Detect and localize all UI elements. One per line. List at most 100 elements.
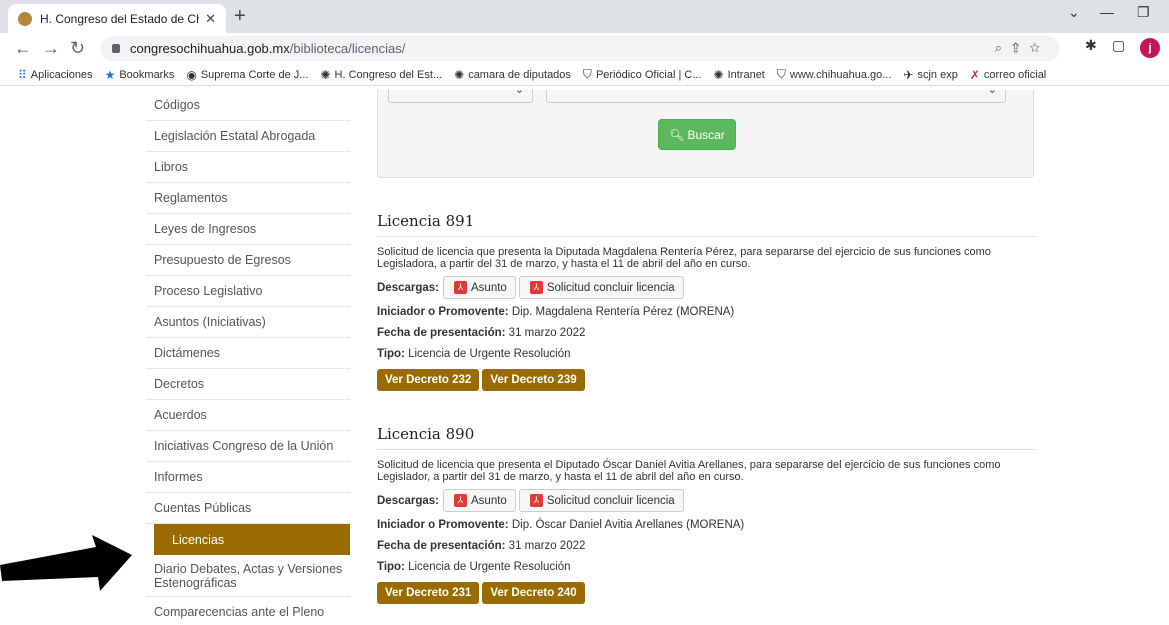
seal-icon	[18, 11, 32, 26]
download-button[interactable]: ⅄ Asunto	[443, 489, 516, 512]
bookmark-item[interactable]: ◉ Suprema Corte de J...	[186, 68, 308, 82]
sidebar-item[interactable]: Reglamentos	[147, 183, 350, 214]
bookmark-item[interactable]: ✺ H. Congreso del Est...	[320, 68, 442, 82]
fecha-value: 31 marzo 2022	[508, 540, 586, 552]
download-button[interactable]: ⅄ Solicitud concluir licencia	[518, 276, 684, 299]
download-button[interactable]: ⅄ Asunto	[443, 276, 516, 299]
pdf-icon: ⅄	[454, 281, 468, 294]
minimize-icon[interactable]: —	[1100, 4, 1114, 20]
reload-icon[interactable]: ↻	[70, 38, 85, 58]
sidebar-item[interactable]: Iniciativas Congreso de la Unión	[147, 431, 350, 462]
download-label: Asunto	[471, 281, 507, 294]
bookmark-label: correo oficial	[983, 68, 1047, 81]
url-path: /biblioteca/licencias/	[289, 41, 406, 56]
sidebar-item[interactable]: Cuentas Públicas	[147, 493, 350, 524]
downloads-label: Descargas:	[377, 281, 440, 294]
promovente-row: Iniciador o Promovente: Dip. Magdalena R…	[377, 305, 1037, 320]
tipo-row: Tipo: Licencia de Urgente Resolución	[377, 560, 1037, 575]
sidepanel-icon[interactable]: ▢	[1112, 37, 1125, 54]
fecha-label: Fecha de presentación:	[377, 327, 506, 339]
bookmark-label: Periódico Oficial | C...	[595, 68, 702, 81]
filter-select-2[interactable]: ⌄	[546, 90, 1006, 103]
arrow-annotation	[0, 535, 132, 591]
seal-icon: ✺	[713, 67, 724, 82]
sidebar-item[interactable]: Diario Debates, Actas y Versiones Esteno…	[147, 555, 350, 597]
x-icon: ✗	[969, 67, 980, 82]
downloads-row: Descargas: ⅄ Asunto ⅄ Solicitud concluir lic…	[377, 489, 1037, 512]
sidebar-item[interactable]: Leyes de Ingresos	[147, 214, 350, 245]
decretos-row: Ver Decreto 232 Ver Decreto 239	[377, 369, 1037, 391]
bookmark-item[interactable]: ✗ correo oficial	[970, 68, 1046, 82]
sidebar-item[interactable]: Asuntos (Iniciativas)	[147, 307, 350, 338]
promovente-value: Dip. Óscar Daniel Avitia Arellanes (MORE…	[511, 519, 745, 531]
bookmark-item[interactable]: ⛉ www.chihuahua.go...	[777, 67, 892, 82]
browser-chrome: H. Congreso del Estado de Chihu ✕ + ⌄ — …	[0, 0, 1169, 90]
shield-icon: ⛉	[776, 67, 786, 81]
sidebar-item[interactable]: Libros	[147, 152, 350, 183]
download-button[interactable]: ⅄ Solicitud concluir licencia	[518, 489, 684, 512]
search-button-label: Buscar	[687, 127, 725, 142]
sidebar-item[interactable]: Proceso Legislativo	[147, 276, 350, 307]
promovente-label: Iniciador o Promovente:	[377, 519, 509, 531]
fecha-label: Fecha de presentación:	[377, 540, 506, 552]
search-button[interactable]: 🔍︎ Buscar	[658, 119, 736, 150]
chevron-down-icon: ⌄	[987, 90, 997, 96]
decreto-button[interactable]: Ver Decreto 240	[482, 582, 585, 604]
lock-icon	[112, 44, 120, 53]
back-icon[interactable]: ←	[14, 38, 32, 58]
restore-icon[interactable]: ❐	[1137, 4, 1150, 21]
sidebar-item[interactable]: Decretos	[147, 369, 350, 400]
tipo-row: Tipo: Licencia de Urgente Resolución	[377, 347, 1037, 362]
promovente-row: Iniciador o Promovente: Dip. Óscar Danie…	[377, 518, 1037, 533]
bookmark-label: camara de diputados	[468, 68, 571, 81]
sidebar-item[interactable]: Licencias	[154, 524, 350, 555]
forward-icon[interactable]: →	[42, 38, 60, 58]
chevron-down-icon[interactable]: ⌄	[1068, 4, 1080, 21]
browser-tab[interactable]: H. Congreso del Estado de Chihu ✕	[8, 4, 226, 33]
sidebar-item[interactable]: Códigos	[147, 90, 350, 121]
downloads-label: Descargas:	[377, 494, 440, 507]
sidebar-item[interactable]: Informes	[147, 462, 350, 493]
bookmarks-bar: ⠿ Aplicaciones ★ Bookmarks ◉ Suprema Corte de…	[0, 64, 1169, 86]
search-icon: 🔍︎	[669, 127, 685, 142]
close-icon[interactable]: ✕	[205, 11, 216, 27]
licencia-title: Licencia 891	[377, 212, 1037, 237]
fecha-row: Fecha de presentación: 31 marzo 2022	[377, 326, 1037, 341]
sidebar-item[interactable]: Dictámenes	[147, 338, 350, 369]
seal-icon: ✺	[454, 67, 465, 82]
download-label: Solicitud concluir licencia	[546, 281, 675, 294]
promovente-label: Iniciador o Promovente:	[377, 306, 509, 318]
bookmark-item[interactable]: ⛉ Periódico Oficial | C...	[583, 67, 702, 82]
sidebar-item[interactable]: Presupuesto de Egresos	[147, 245, 350, 276]
pdf-icon: ⅄	[454, 494, 468, 507]
bookmark-item[interactable]: ✺ Intranet	[714, 68, 765, 82]
fecha-value: 31 marzo 2022	[508, 327, 586, 339]
tipo-label: Tipo:	[377, 561, 405, 573]
omnibox-actions[interactable]: ⌕⇪☆	[995, 40, 1050, 56]
avatar[interactable]: j	[1140, 38, 1160, 58]
decreto-button[interactable]: Ver Decreto 231	[377, 582, 480, 604]
bookmark-item[interactable]: ✈ scjn exp	[903, 68, 957, 82]
decreto-button[interactable]: Ver Decreto 239	[482, 369, 585, 391]
extensions-icon[interactable]: ✱	[1085, 37, 1097, 54]
bookmark-label: Suprema Corte de J...	[200, 68, 309, 81]
decreto-button[interactable]: Ver Decreto 232	[377, 369, 480, 391]
bookmark-label: www.chihuahua.go...	[789, 68, 892, 81]
bookmark-item[interactable]: ✺ camara de diputados	[454, 68, 571, 82]
bookmark-label: Intranet	[727, 68, 765, 81]
sidebar-item[interactable]: Comparecencias ante el Pleno	[147, 597, 350, 625]
download-label: Asunto	[471, 494, 507, 507]
tipo-value: Licencia de Urgente Resolución	[408, 348, 571, 360]
licencia-title: Licencia 890	[377, 425, 1037, 450]
url-domain: congresochihuahua.gob.mx	[130, 41, 290, 56]
bookmark-item[interactable]: ⠿ Aplicaciones	[18, 68, 93, 82]
filter-select-1[interactable]: ⌄	[388, 90, 533, 103]
bookmark-item[interactable]: ★ Bookmarks	[105, 68, 175, 82]
address-bar[interactable]: congresochihuahua.gob.mx/biblioteca/lice…	[100, 36, 1060, 61]
tipo-label: Tipo:	[377, 348, 405, 360]
promovente-value: Dip. Magdalena Rentería Pérez (MORENA)	[511, 306, 735, 318]
sidebar-item[interactable]: Legislación Estatal Abrogada	[147, 121, 350, 152]
downloads-row: Descargas: ⅄ Asunto ⅄ Solicitud concluir lic…	[377, 276, 1037, 299]
new-tab-icon[interactable]: +	[234, 5, 246, 27]
sidebar-item[interactable]: Acuerdos	[147, 400, 350, 431]
